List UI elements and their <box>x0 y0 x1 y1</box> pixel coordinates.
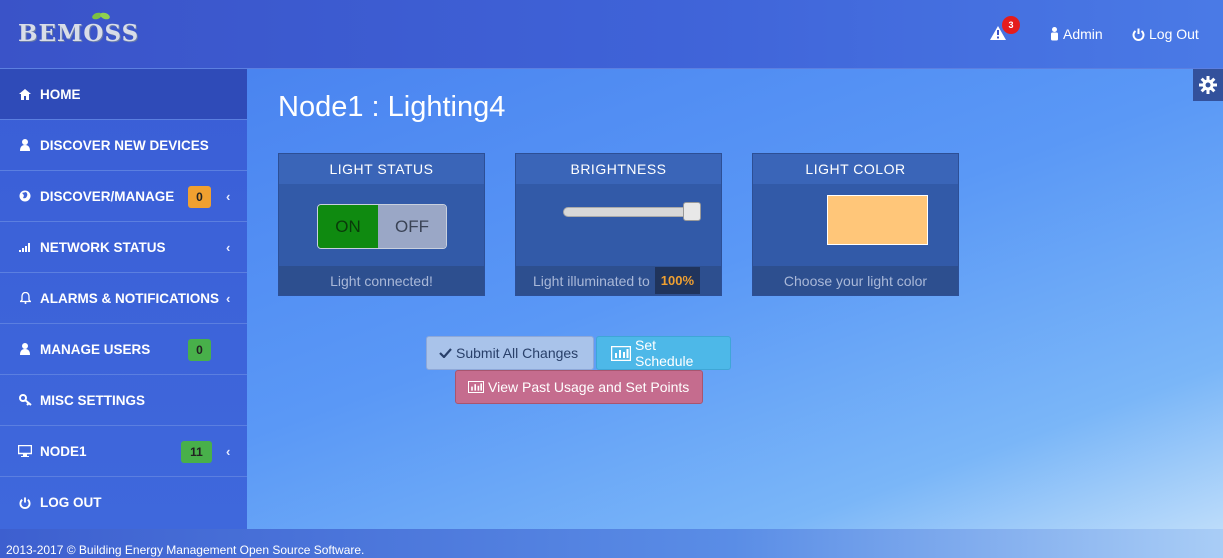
sidebar-item-label: MISC SETTINGS <box>40 392 146 408</box>
light-color-picker[interactable] <box>827 195 928 245</box>
submit-all-changes-button[interactable]: Submit All Changes <box>426 336 594 370</box>
past-usage-label: View Past Usage and Set Points <box>488 379 690 395</box>
card-title: LIGHT COLOR <box>753 154 958 184</box>
chevron-left-icon[interactable]: ‹ <box>226 240 230 255</box>
view-past-usage-button[interactable]: View Past Usage and Set Points <box>455 370 703 404</box>
leaf-icon <box>92 12 110 20</box>
submit-label: Submit All Changes <box>456 345 579 361</box>
light-status-card: LIGHT STATUS ON OFF Light connected! <box>278 153 485 296</box>
user-icon <box>18 138 32 152</box>
power-icon <box>1132 28 1145 41</box>
sidebar-item-label: DISCOVER NEW DEVICES <box>40 137 209 153</box>
sidebar-item-misc-settings[interactable]: MISC SETTINGS <box>0 375 247 426</box>
bar-chart-icon <box>611 345 631 361</box>
signal-icon <box>18 240 32 254</box>
light-status-footer: Light connected! <box>279 266 484 295</box>
logout-link[interactable]: Log Out <box>1132 24 1199 44</box>
logout-label: Log Out <box>1149 26 1199 42</box>
app-logo[interactable]: BEMOSS <box>18 20 139 47</box>
alerts-button[interactable]: 3 <box>990 16 1020 44</box>
sidebar-item-discover-manage[interactable]: DISCOVER/MANAGE 0 ‹ <box>0 171 247 222</box>
sidebar: HOME DISCOVER NEW DEVICES DISCOVER/MANAG… <box>0 69 247 529</box>
sidebar-item-label: LOG OUT <box>40 495 102 510</box>
set-schedule-button[interactable]: Set Schedule <box>596 336 731 370</box>
sidebar-item-label: ALARMS & NOTIFICATIONS <box>40 290 219 306</box>
admin-menu[interactable]: Admin <box>1050 24 1103 44</box>
bar-chart-icon <box>468 381 484 393</box>
sidebar-item-alarms-notifications[interactable]: ALARMS & NOTIFICATIONS ‹ <box>0 273 247 324</box>
discover-count-badge: 0 <box>188 186 211 208</box>
sidebar-item-node1[interactable]: NODE1 11 ‹ <box>0 426 247 477</box>
sidebar-item-label: HOME <box>40 86 81 102</box>
light-color-card: LIGHT COLOR Choose your light color <box>752 153 959 296</box>
admin-label: Admin <box>1063 26 1103 42</box>
brightness-slider[interactable] <box>563 207 698 217</box>
alerts-count-badge: 3 <box>1002 16 1020 34</box>
brightness-value: 100% <box>654 267 700 294</box>
key-icon <box>18 393 32 407</box>
globe-icon <box>18 189 32 203</box>
page-footer: 2013-2017 © Building Energy Management O… <box>0 529 1223 558</box>
sidebar-item-network-status[interactable]: NETWORK STATUS ‹ <box>0 222 247 273</box>
brightness-footer-label: Light illuminated to <box>533 272 650 289</box>
power-icon <box>18 496 32 510</box>
brightness-slider-handle[interactable] <box>683 202 701 221</box>
light-power-toggle[interactable]: ON OFF <box>317 204 447 249</box>
brightness-card: BRIGHTNESS Light illuminated to 100% <box>515 153 722 296</box>
card-title: LIGHT STATUS <box>279 154 484 184</box>
schedule-label: Set Schedule <box>635 337 694 369</box>
check-icon <box>439 348 452 358</box>
node1-count-badge: 11 <box>181 441 212 463</box>
users-count-badge: 0 <box>188 339 211 361</box>
sidebar-item-label: MANAGE USERS <box>40 341 151 357</box>
chevron-left-icon[interactable]: ‹ <box>226 444 230 459</box>
chevron-left-icon[interactable]: ‹ <box>226 189 230 204</box>
sidebar-item-log-out[interactable]: LOG OUT <box>0 477 247 528</box>
sidebar-item-label: NETWORK STATUS <box>40 239 166 255</box>
gear-icon <box>1199 76 1217 94</box>
toggle-on-option[interactable]: ON <box>318 205 378 248</box>
card-title: BRIGHTNESS <box>516 154 721 184</box>
sidebar-item-manage-users[interactable]: MANAGE USERS 0 <box>0 324 247 375</box>
brightness-footer: Light illuminated to 100% <box>516 266 721 295</box>
sidebar-item-label: DISCOVER/MANAGE <box>40 188 175 204</box>
bell-icon <box>18 291 32 305</box>
copyright-text: 2013-2017 © Building Energy Management O… <box>6 543 365 557</box>
settings-button[interactable] <box>1193 69 1223 101</box>
sidebar-item-discover-new-devices[interactable]: DISCOVER NEW DEVICES <box>0 120 247 171</box>
toggle-off-option[interactable]: OFF <box>378 205 446 248</box>
main-content: Node1 : Lighting4 LIGHT STATUS ON OFF Li… <box>247 69 1223 529</box>
chevron-left-icon[interactable]: ‹ <box>226 291 230 306</box>
light-color-footer: Choose your light color <box>753 266 958 295</box>
monitor-icon <box>18 444 32 458</box>
page-title: Node1 : Lighting4 <box>278 91 506 123</box>
sidebar-item-home[interactable]: HOME <box>0 69 247 120</box>
user-icon <box>18 342 32 356</box>
home-icon <box>18 87 32 101</box>
sidebar-item-label: NODE1 <box>40 443 87 459</box>
user-icon <box>1051 27 1058 41</box>
top-bar: BEMOSS 3 Admin Log Out <box>0 0 1223 69</box>
